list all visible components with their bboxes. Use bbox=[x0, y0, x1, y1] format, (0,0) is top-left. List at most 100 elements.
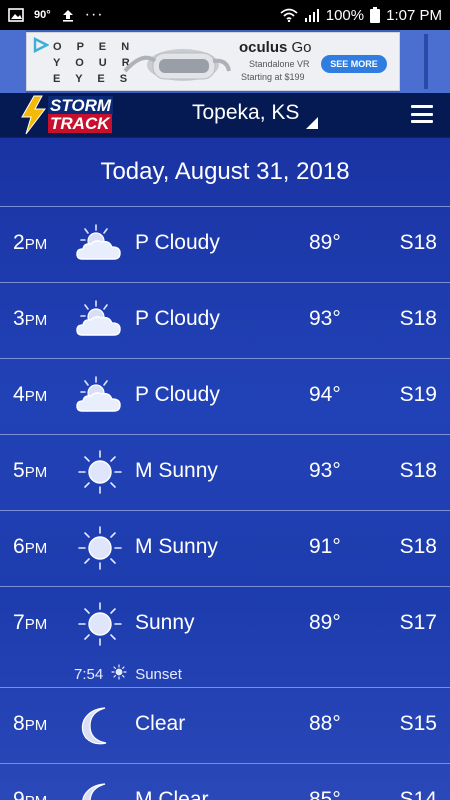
temperature-value: 88° bbox=[309, 712, 341, 735]
hour-label: 7PM bbox=[13, 611, 47, 635]
ad-brand: oculus Go bbox=[239, 39, 312, 56]
wind-value: S19 bbox=[399, 383, 437, 406]
condition-label: P Cloudy bbox=[135, 231, 220, 254]
temperature-value: 85° bbox=[309, 788, 341, 800]
wind-value: S18 bbox=[399, 459, 437, 482]
hour-ampm: PM bbox=[24, 312, 48, 329]
hour-label: 4PM bbox=[13, 383, 47, 407]
ad-edge-right bbox=[400, 30, 450, 93]
forecast-row[interactable]: 2PM P Cloudy 89° S18 bbox=[0, 207, 450, 283]
hour-ampm: PM bbox=[24, 616, 48, 633]
hour-number: 5 bbox=[13, 459, 25, 482]
upload-icon bbox=[61, 8, 75, 22]
wind-value: S15 bbox=[399, 712, 437, 735]
condition-label: Sunny bbox=[135, 611, 195, 634]
temperature-value: 89° bbox=[309, 611, 341, 634]
temperature-value: 93° bbox=[309, 307, 341, 330]
ad-line2: Starting at $199 bbox=[241, 72, 305, 82]
ad-line1: Standalone VR bbox=[249, 59, 310, 69]
location-selector[interactable]: Topeka, KS bbox=[192, 101, 299, 125]
battery-percent: 100% bbox=[325, 6, 365, 24]
temperature-value: 91° bbox=[309, 535, 341, 558]
ad-area: O P E N Y O U R E Y E S oculus Go Standa… bbox=[0, 30, 450, 93]
hour-label: 6PM bbox=[13, 535, 47, 559]
condition-label: M Sunny bbox=[135, 459, 218, 482]
condition-label: Clear bbox=[135, 712, 186, 735]
status-more: ··· bbox=[84, 6, 104, 23]
status-time: 1:07 PM bbox=[386, 6, 442, 24]
ad-stripe bbox=[424, 34, 428, 89]
hour-number: 7 bbox=[13, 611, 25, 634]
wind-value: S18 bbox=[399, 307, 437, 330]
temperature-value: 94° bbox=[309, 383, 341, 406]
logo-line2: TRACK bbox=[48, 114, 112, 133]
status-temperature: 90° bbox=[34, 9, 51, 21]
battery-icon bbox=[370, 7, 381, 23]
partly-cloudy-icon bbox=[72, 219, 128, 269]
wind-value: S18 bbox=[399, 535, 437, 558]
wind-value: S14 bbox=[399, 788, 437, 800]
condition-label: M Clear bbox=[135, 788, 209, 800]
day-title: Today, August 31, 2018 bbox=[0, 138, 450, 207]
hourly-forecast: Today, August 31, 2018 2PM P Cloudy 89° S18… bbox=[0, 138, 450, 800]
hour-number: 9 bbox=[13, 788, 25, 800]
sunset-icon bbox=[111, 664, 127, 684]
sun-icon bbox=[72, 523, 128, 573]
ad-brand-name: oculus bbox=[239, 39, 288, 56]
sunset-info: 7:54 Sunset bbox=[74, 664, 182, 684]
hour-ampm: PM bbox=[24, 464, 48, 481]
dropdown-caret-icon[interactable] bbox=[306, 117, 318, 129]
hour-ampm: PM bbox=[24, 540, 48, 557]
sun-icon bbox=[72, 447, 128, 497]
condition-label: M Sunny bbox=[135, 535, 218, 558]
forecast-row[interactable]: 3PM P Cloudy 93° S18 bbox=[0, 283, 450, 359]
gallery-icon bbox=[8, 8, 24, 22]
partly-cloudy-icon bbox=[72, 295, 128, 345]
forecast-row[interactable]: 5PM M Sunny 93° S18 bbox=[0, 435, 450, 511]
ad-see-more-button[interactable]: SEE MORE bbox=[321, 55, 387, 73]
condition-label: P Cloudy bbox=[135, 383, 220, 406]
signal-icon bbox=[304, 8, 320, 22]
partly-cloudy-icon bbox=[72, 371, 128, 421]
wind-value: S18 bbox=[399, 231, 437, 254]
hour-number: 6 bbox=[13, 535, 25, 558]
temperature-value: 89° bbox=[309, 231, 341, 254]
storm-track-logo[interactable]: STORM TRACK bbox=[18, 95, 114, 135]
hour-label: 8PM bbox=[13, 712, 47, 736]
forecast-row[interactable]: 6PM M Sunny 91° S18 bbox=[0, 511, 450, 587]
sun-icon bbox=[72, 599, 128, 649]
moon-icon bbox=[72, 700, 128, 750]
hour-ampm: PM bbox=[25, 793, 48, 800]
lightning-bolt-icon bbox=[21, 95, 47, 135]
logo-line1: STORM bbox=[48, 96, 114, 115]
app-header: STORM TRACK Topeka, KS bbox=[0, 93, 450, 138]
temperature-value: 93° bbox=[309, 459, 341, 482]
status-bar: 90° ··· 100% 1:07 PM bbox=[0, 0, 450, 30]
forecast-row[interactable]: 7PM Sunny 89° S17 7:54 Sunset bbox=[0, 587, 450, 688]
hour-ampm: PM bbox=[24, 236, 48, 253]
ad-edge-left bbox=[0, 30, 26, 93]
hour-label: 5PM bbox=[13, 459, 47, 483]
hour-label: 9PM bbox=[13, 788, 47, 800]
hour-number: 8 bbox=[13, 712, 25, 735]
hourly-list: 2PM P Cloudy 89° S18 3PM P Cloudy 93° S18 4PM P C… bbox=[0, 207, 450, 800]
hour-number: 2 bbox=[13, 231, 25, 254]
hour-label: 2PM bbox=[13, 231, 47, 255]
forecast-row[interactable]: 4PM P Cloudy 94° S19 bbox=[0, 359, 450, 435]
wifi-icon bbox=[280, 8, 298, 22]
forecast-row[interactable]: 8PM Clear 88° S15 bbox=[0, 688, 450, 764]
hamburger-menu-icon[interactable] bbox=[411, 105, 433, 123]
hour-ampm: PM bbox=[24, 388, 48, 405]
hour-label: 3PM bbox=[13, 307, 47, 331]
forecast-row[interactable]: 9PM M Clear 85° S14 bbox=[0, 764, 450, 800]
hour-ampm: PM bbox=[24, 717, 48, 734]
wind-value: S17 bbox=[399, 611, 437, 634]
ad-logo-icon bbox=[33, 37, 49, 53]
ad-brand-model: Go bbox=[291, 39, 312, 56]
condition-label: P Cloudy bbox=[135, 307, 220, 330]
sunset-label: Sunset bbox=[135, 665, 182, 683]
ad-banner[interactable]: O P E N Y O U R E Y E S oculus Go Standa… bbox=[26, 32, 400, 91]
vr-headset-image bbox=[123, 49, 231, 81]
sunset-time: 7:54 bbox=[74, 665, 104, 683]
hour-number: 3 bbox=[13, 307, 25, 330]
